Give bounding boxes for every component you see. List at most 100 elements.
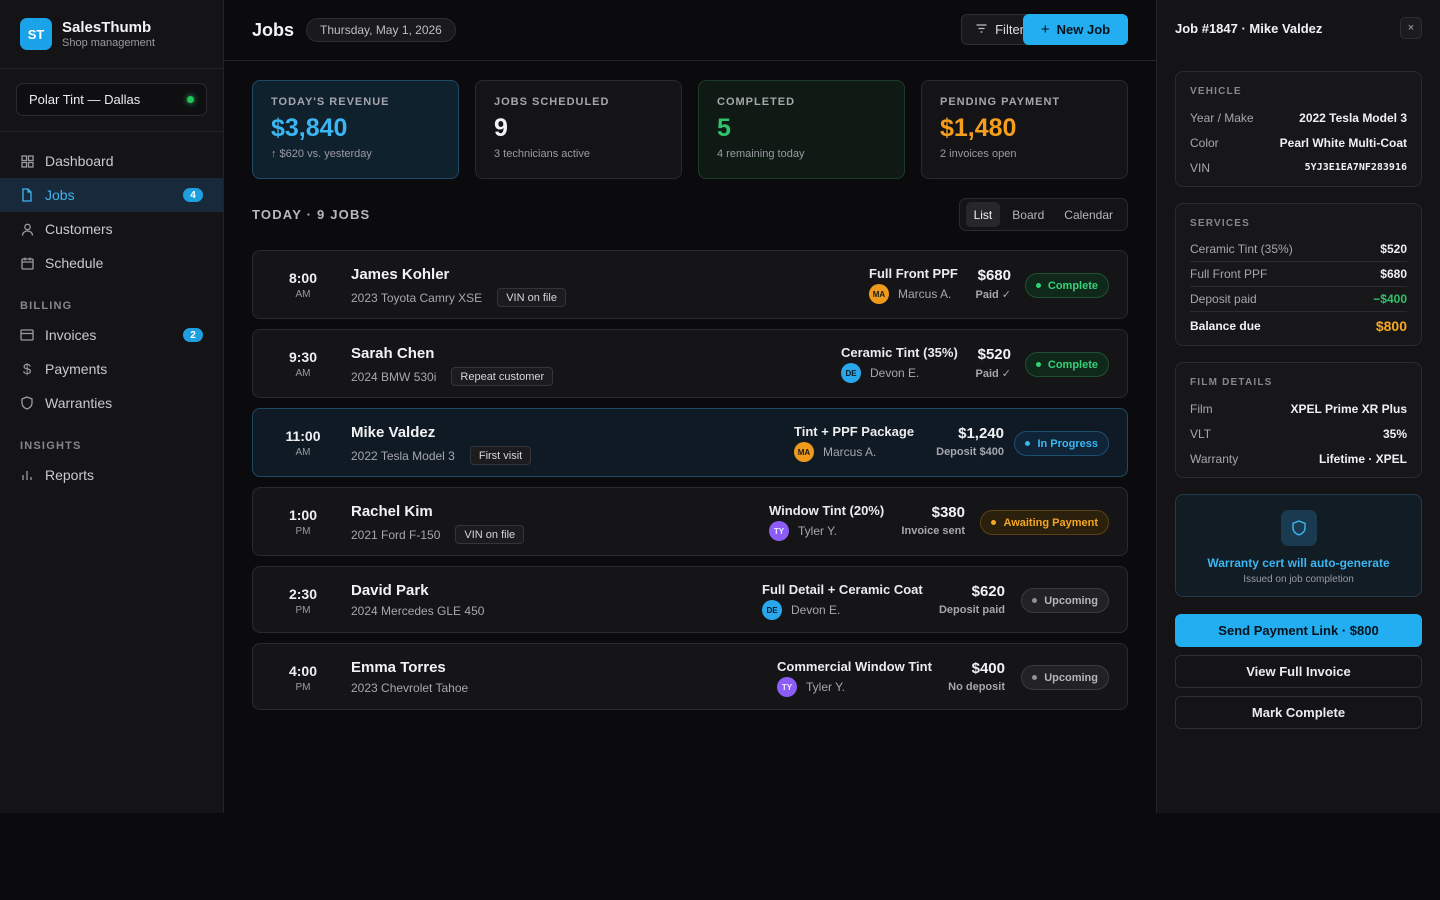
stat-card-pending[interactable]: PENDING PAYMENT $1,480 2 invoices open <box>921 80 1128 179</box>
service-name: Tint + PPF Package <box>794 424 915 439</box>
customer-name: Sarah Chen <box>351 345 435 362</box>
technician-name: Devon E. <box>870 366 920 380</box>
job-price: $1,240 <box>958 425 1004 442</box>
status-dot <box>1035 362 1041 367</box>
warranty-subtitle: Issued on job completion <box>1243 574 1354 585</box>
plus-icon: + <box>1040 21 1050 38</box>
vehicle-name: 2022 Tesla Model 3 <box>351 448 455 463</box>
mark-complete-button[interactable]: Mark Complete <box>1175 696 1422 729</box>
job-customer-block: Mike Valdez 2022 Tesla Model 3 First vis… <box>351 424 532 465</box>
job-time-ampm: PM <box>295 526 311 537</box>
price-block: $400 No deposit <box>948 660 1005 693</box>
technician-name: Tyler Y. <box>798 524 837 538</box>
detail-row: Film XPEL Prime XR Plus <box>1190 396 1407 421</box>
service-block: Full Detail + Ceramic Coat DE Devon E. <box>762 582 923 620</box>
sidebar-item-label: Dashboard <box>45 153 114 169</box>
job-time-value: 1:00 <box>288 507 318 523</box>
services-card: SERVICES Ceramic Tint (35%) $520 Full Fr… <box>1175 203 1422 346</box>
date-pill[interactable]: Thursday, May 1, 2026 <box>306 18 456 42</box>
jobs-section-header: TODAY · 9 JOBS List Board Calendar <box>224 179 1156 250</box>
stat-label: COMPLETED <box>717 96 796 108</box>
payment-status: Deposit paid <box>938 604 1005 616</box>
panel-header: Job #1847 · Mike Valdez × <box>1157 0 1440 56</box>
view-option-calendar[interactable]: Calendar <box>1056 202 1121 227</box>
service-line-amount: $520 <box>1380 242 1407 256</box>
card-label: VEHICLE <box>1190 86 1242 97</box>
brand-subtitle: Shop management <box>62 37 155 49</box>
detail-key: VLT <box>1190 426 1212 441</box>
job-row[interactable]: 1:00 PM Rachel Kim 2021 Ford F-150 VIN o… <box>252 487 1128 556</box>
status-dot <box>991 520 997 525</box>
price-block: $680 Paid ✓ <box>975 267 1011 301</box>
job-price: $520 <box>977 346 1011 363</box>
job-time-ampm: AM <box>295 447 311 458</box>
detail-key: Year / Make <box>1190 110 1254 125</box>
job-time-value: 4:00 <box>288 663 318 679</box>
stat-card-completed[interactable]: COMPLETED 5 4 remaining today <box>698 80 905 179</box>
job-row[interactable]: 9:30 AM Sarah Chen 2024 BMW 530i Repeat … <box>252 329 1128 398</box>
stat-value: 5 <box>717 114 731 142</box>
job-row[interactable]: 2:30 PM David Park 2024 Mercedes GLE 450… <box>252 566 1128 633</box>
filter-icon <box>976 23 987 36</box>
job-row[interactable]: 4:00 PM Emma Torres 2023 Chevrolet Tahoe… <box>252 643 1128 710</box>
stat-card-revenue[interactable]: TODAY'S REVENUE $3,840 ↑ $620 vs. yester… <box>252 80 459 179</box>
balance-due-label: Balance due <box>1190 318 1261 333</box>
card-label: SERVICES <box>1190 218 1250 229</box>
view-option-board[interactable]: Board <box>1004 202 1052 227</box>
sidebar-item-label: Schedule <box>45 255 104 271</box>
service-name: Window Tint (20%) <box>769 503 885 518</box>
vehicle-name: 2023 Toyota Camry XSE <box>351 290 483 305</box>
sidebar-item-warranties[interactable]: Warranties <box>0 386 223 420</box>
stat-card-scheduled[interactable]: JOBS SCHEDULED 9 3 technicians active <box>475 80 682 179</box>
new-job-button[interactable]: + New Job <box>1023 14 1128 45</box>
sidebar-item-schedule[interactable]: Schedule <box>0 246 223 280</box>
technician: DE Devon E. <box>762 600 923 620</box>
view-invoice-button[interactable]: View Full Invoice <box>1175 655 1422 688</box>
job-time-value: 8:00 <box>288 270 318 286</box>
vehicle-name: 2023 Chevrolet Tahoe <box>351 681 469 695</box>
service-name: Commercial Window Tint <box>777 659 932 674</box>
calendar-icon <box>20 256 34 270</box>
sidebar-item-payments[interactable]: $ Payments <box>0 352 223 386</box>
sidebar-item-dashboard[interactable]: Dashboard <box>0 144 223 178</box>
stat-label: PENDING PAYMENT <box>940 96 1061 108</box>
job-time: 1:00 PM <box>253 507 353 537</box>
service-block: Window Tint (20%) TY Tyler Y. <box>769 503 884 541</box>
close-icon[interactable]: × <box>1400 17 1422 39</box>
service-line: Ceramic Tint (35%) $520 <box>1190 237 1407 262</box>
brand-name: SalesThumb <box>62 19 152 36</box>
sidebar-item-reports[interactable]: Reports <box>0 458 223 492</box>
job-row-selected[interactable]: 11:00 AM Mike Valdez 2022 Tesla Model 3 … <box>252 408 1128 477</box>
brand[interactable]: ST SalesThumb Shop management <box>0 0 223 69</box>
vehicle-name: 2024 Mercedes GLE 450 <box>351 604 485 618</box>
warranty-notice: Warranty cert will auto-generate Issued … <box>1175 494 1422 597</box>
send-payment-link-button[interactable]: Send Payment Link · $800 <box>1175 614 1422 647</box>
sidebar-item-customers[interactable]: Customers <box>0 212 223 246</box>
shield-icon <box>1280 510 1317 546</box>
job-time-value: 11:00 <box>285 428 321 444</box>
status-badge: Complete <box>1024 273 1109 298</box>
detail-key: Film <box>1190 401 1213 416</box>
vehicle-name: 2021 Ford F-150 <box>351 527 441 542</box>
view-toggle: List Board Calendar <box>958 198 1128 231</box>
vehicle-line: 2021 Ford F-150 VIN on file <box>351 525 525 544</box>
payment-status: No deposit <box>948 681 1005 693</box>
vehicle-line: 2023 Chevrolet Tahoe <box>351 681 468 695</box>
avatar: TY <box>769 521 789 541</box>
view-option-list[interactable]: List <box>965 202 1001 227</box>
job-time-ampm: AM <box>295 368 311 379</box>
price-block: $380 Invoice sent <box>901 504 965 537</box>
detail-value: Lifetime · XPEL <box>1318 451 1407 466</box>
shop-switcher[interactable]: Polar Tint — Dallas <box>16 83 207 116</box>
stat-sub: 4 remaining today <box>717 148 805 160</box>
sidebar-item-invoices[interactable]: Invoices 2 <box>0 318 223 352</box>
job-row[interactable]: 8:00 AM James Kohler 2023 Toyota Camry X… <box>252 250 1128 319</box>
service-name: Full Detail + Ceramic Coat <box>762 582 923 597</box>
deposit-label: Deposit paid <box>1190 292 1257 306</box>
detail-row: Warranty Lifetime · XPEL <box>1190 446 1407 471</box>
sidebar-item-jobs[interactable]: Jobs 4 <box>0 178 223 212</box>
job-price: $380 <box>931 504 965 521</box>
stats-row: TODAY'S REVENUE $3,840 ↑ $620 vs. yester… <box>224 61 1156 179</box>
stat-value: 9 <box>494 114 508 142</box>
job-time: 11:00 AM <box>253 428 353 458</box>
